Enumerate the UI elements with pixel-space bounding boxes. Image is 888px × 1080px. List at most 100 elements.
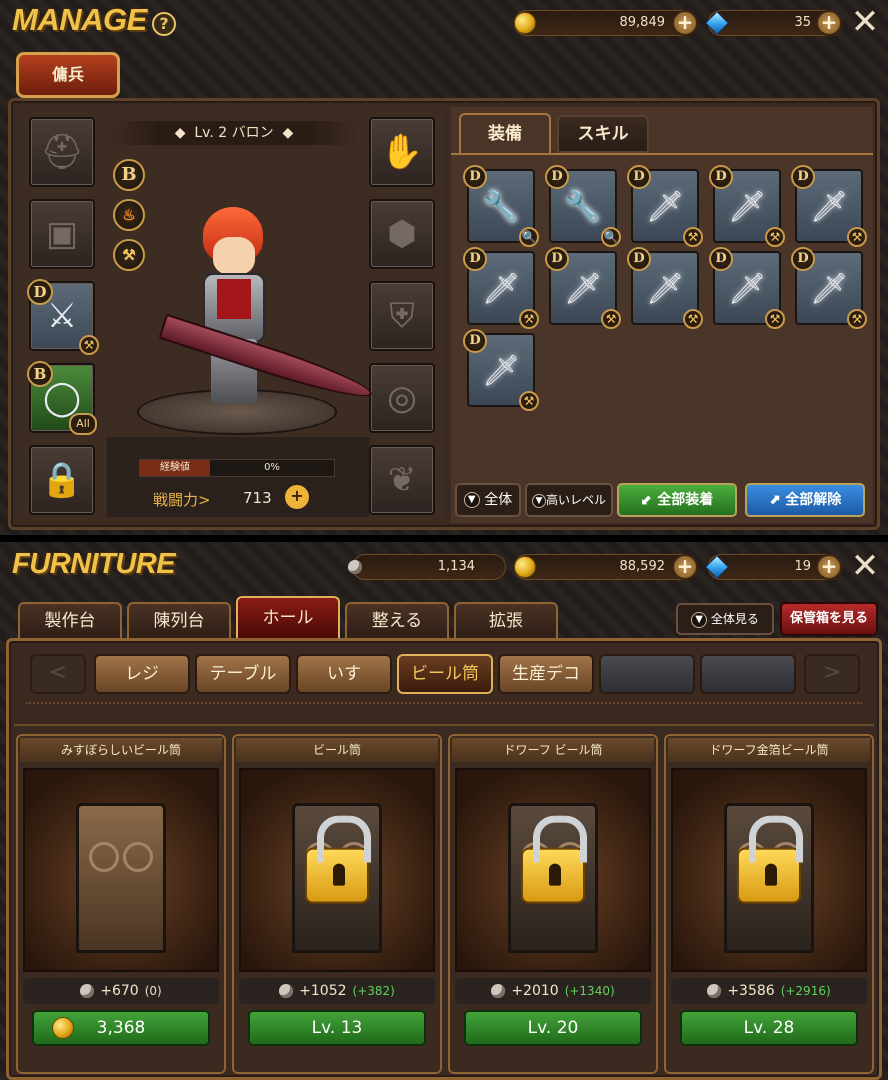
equip-all-button[interactable]: ⬋ 全部装着 xyxy=(617,483,737,517)
hammer-icon xyxy=(279,984,294,998)
category-2[interactable]: いす xyxy=(296,654,392,694)
hero-tabard xyxy=(217,279,251,319)
furniture-card[interactable]: ビール筒 +1052 (+382) Lv. 13 xyxy=(232,734,442,1074)
equip-slot-right-2[interactable]: ⛨ xyxy=(369,281,435,351)
button-label: 3,368 xyxy=(96,1018,146,1038)
stat-bonus: (+1340) xyxy=(564,984,615,998)
equip-slot-right-3[interactable]: ◎ xyxy=(369,363,435,433)
exp-label: 経験値 xyxy=(140,460,210,476)
inventory-item[interactable]: 🗡 D ⚒ xyxy=(791,165,867,247)
dagger-icon: 🗡 xyxy=(645,271,685,307)
category-5[interactable] xyxy=(599,654,695,694)
inventory-item[interactable]: 🗡 D ⚒ xyxy=(709,165,785,247)
tab-mercenary[interactable]: 傭兵 xyxy=(16,52,120,98)
equip-slot-3[interactable]: ◯ B All xyxy=(27,361,97,435)
stat-bonus: (0) xyxy=(144,984,162,998)
weapon-icon: ⚔ xyxy=(46,296,78,336)
furniture-image xyxy=(455,768,651,972)
inventory-item[interactable]: 🗡 D ⚒ xyxy=(545,247,621,329)
category-4[interactable]: 生産デコ xyxy=(498,654,594,694)
equip-slot-right-4[interactable]: ❦ xyxy=(369,445,435,515)
zoom-detail-icon[interactable]: + xyxy=(285,485,309,509)
tab-equipment[interactable]: 装備 xyxy=(459,113,551,155)
dagger-icon: 🗡 xyxy=(809,271,849,307)
inventory-item[interactable]: 🗡 D ⚒ xyxy=(627,165,703,247)
unlock-level-button[interactable]: Lv. 20 xyxy=(464,1010,642,1046)
category-0[interactable]: レジ xyxy=(94,654,190,694)
next-arrow-button[interactable]: > xyxy=(804,654,860,694)
inventory-item[interactable]: 🗡 D ⚒ xyxy=(463,247,539,329)
fire-element-icon[interactable]: ♨ xyxy=(113,199,145,231)
armor-icon: ▣ xyxy=(45,214,79,254)
equip-slot-0[interactable]: ⛑ xyxy=(29,117,95,187)
hammer-icon xyxy=(348,556,370,578)
add-gem-button[interactable]: + xyxy=(816,554,842,580)
view-all-label: 全体見る xyxy=(710,612,759,626)
furniture-tab-1[interactable]: 陳列台 xyxy=(127,602,231,640)
buy-button[interactable]: 3,368 xyxy=(32,1010,210,1046)
help-icon[interactable]: ? xyxy=(152,12,176,36)
filter-all-button[interactable]: ▼ 全体 xyxy=(455,483,521,517)
manage-screen: MANAGE ? 89,849 + 35 + ✕ 傭兵 ⛑ ▣ ⚔ D ⚒ ◯ B All 🔒 … xyxy=(0,0,888,535)
screen-title: FURNITURE xyxy=(12,548,176,580)
grade-badge: D xyxy=(463,247,487,271)
gem-amount: 19 xyxy=(794,559,811,574)
grade-badge: D xyxy=(463,165,487,189)
inventory-item[interactable]: 🗡 D ⚒ xyxy=(627,247,703,329)
screen-title: MANAGE xyxy=(12,2,147,37)
unlock-level-button[interactable]: Lv. 13 xyxy=(248,1010,426,1046)
inventory-item[interactable]: 🗡 D ⚒ xyxy=(463,329,539,411)
prev-arrow-button[interactable]: < xyxy=(30,654,86,694)
equip-slot-4[interactable]: 🔒 xyxy=(29,445,95,515)
equip-all-label: 全部装着 xyxy=(657,492,714,508)
inventory-item[interactable]: 🗡 D ⚒ xyxy=(791,247,867,329)
hammer-icon: ⚒ xyxy=(765,309,785,329)
hammer-icon: ⚒ xyxy=(519,391,539,411)
furniture-name: みすぼらしいビール筒 xyxy=(20,738,222,762)
furniture-tab-4[interactable]: 拡張 xyxy=(454,602,558,640)
grade-badge: D xyxy=(627,247,651,271)
gold-counter: 89,849 xyxy=(514,10,696,36)
inventory-item[interactable]: 🔧 D 🔍 xyxy=(545,165,621,247)
close-icon[interactable]: ✕ xyxy=(850,5,880,39)
furniture-card[interactable]: みすぼらしいビール筒 +670 (0) 3,368 xyxy=(16,734,226,1074)
furniture-card[interactable]: ドワーフ ビール筒 +2010 (+1340) Lv. 20 xyxy=(448,734,658,1074)
category-3[interactable]: ビール筒 xyxy=(397,654,493,694)
furniture-tab-3[interactable]: 整える xyxy=(345,602,449,640)
gauntlet-icon: ✋ xyxy=(380,132,424,172)
equip-slot-1[interactable]: ▣ xyxy=(29,199,95,269)
exp-bar: 経験値 0% xyxy=(139,459,335,477)
furniture-tab-0[interactable]: 製作台 xyxy=(18,602,122,640)
add-gold-button[interactable]: + xyxy=(672,10,698,36)
tab-skill[interactable]: スキル xyxy=(557,115,649,153)
stat-value: +670 xyxy=(100,983,139,999)
unequip-all-button[interactable]: ⬈ 全部解除 xyxy=(745,483,865,517)
filter-high-level-button[interactable]: ▼ 高いレベル xyxy=(525,483,613,517)
power-label: 戦闘力> xyxy=(153,491,211,509)
helmet-icon: ⛑ xyxy=(40,132,84,172)
close-icon[interactable]: ✕ xyxy=(850,549,880,583)
inventory-item[interactable]: 🔧 D 🔍 xyxy=(463,165,539,247)
category-1[interactable]: テーブル xyxy=(195,654,291,694)
furniture-stat: +3586 (+2916) xyxy=(671,978,867,1004)
dagger-icon: 🗡 xyxy=(563,271,603,307)
unlock-level-button[interactable]: Lv. 28 xyxy=(680,1010,858,1046)
inventory-item[interactable]: 🗡 D ⚒ xyxy=(709,247,785,329)
category-6[interactable] xyxy=(700,654,796,694)
furniture-card[interactable]: ドワーフ金箔ビール筒 +3586 (+2916) Lv. 28 xyxy=(664,734,874,1074)
lock-icon: 🔒 xyxy=(40,460,84,500)
equip-slot-right-0[interactable]: ✋ xyxy=(369,117,435,187)
equip-slot-2[interactable]: ⚔ D ⚒ xyxy=(27,279,99,355)
equip-slot-right-1[interactable]: ⬢ xyxy=(369,199,435,269)
view-all-button[interactable]: ▼ 全体見る xyxy=(676,603,774,635)
add-gold-button[interactable]: + xyxy=(672,554,698,580)
all-tag: All xyxy=(69,413,97,435)
storage-button[interactable]: 保管箱を見る xyxy=(780,602,878,636)
gold-amount: 88,592 xyxy=(619,559,666,574)
weapon-type-icon[interactable]: ⚒ xyxy=(113,239,145,271)
grade-badge: D xyxy=(709,165,733,189)
wings-icon: ❦ xyxy=(387,460,417,500)
add-gem-button[interactable]: + xyxy=(816,10,842,36)
furniture-tab-2[interactable]: ホール xyxy=(236,596,340,640)
grade-badge: D xyxy=(545,247,569,271)
